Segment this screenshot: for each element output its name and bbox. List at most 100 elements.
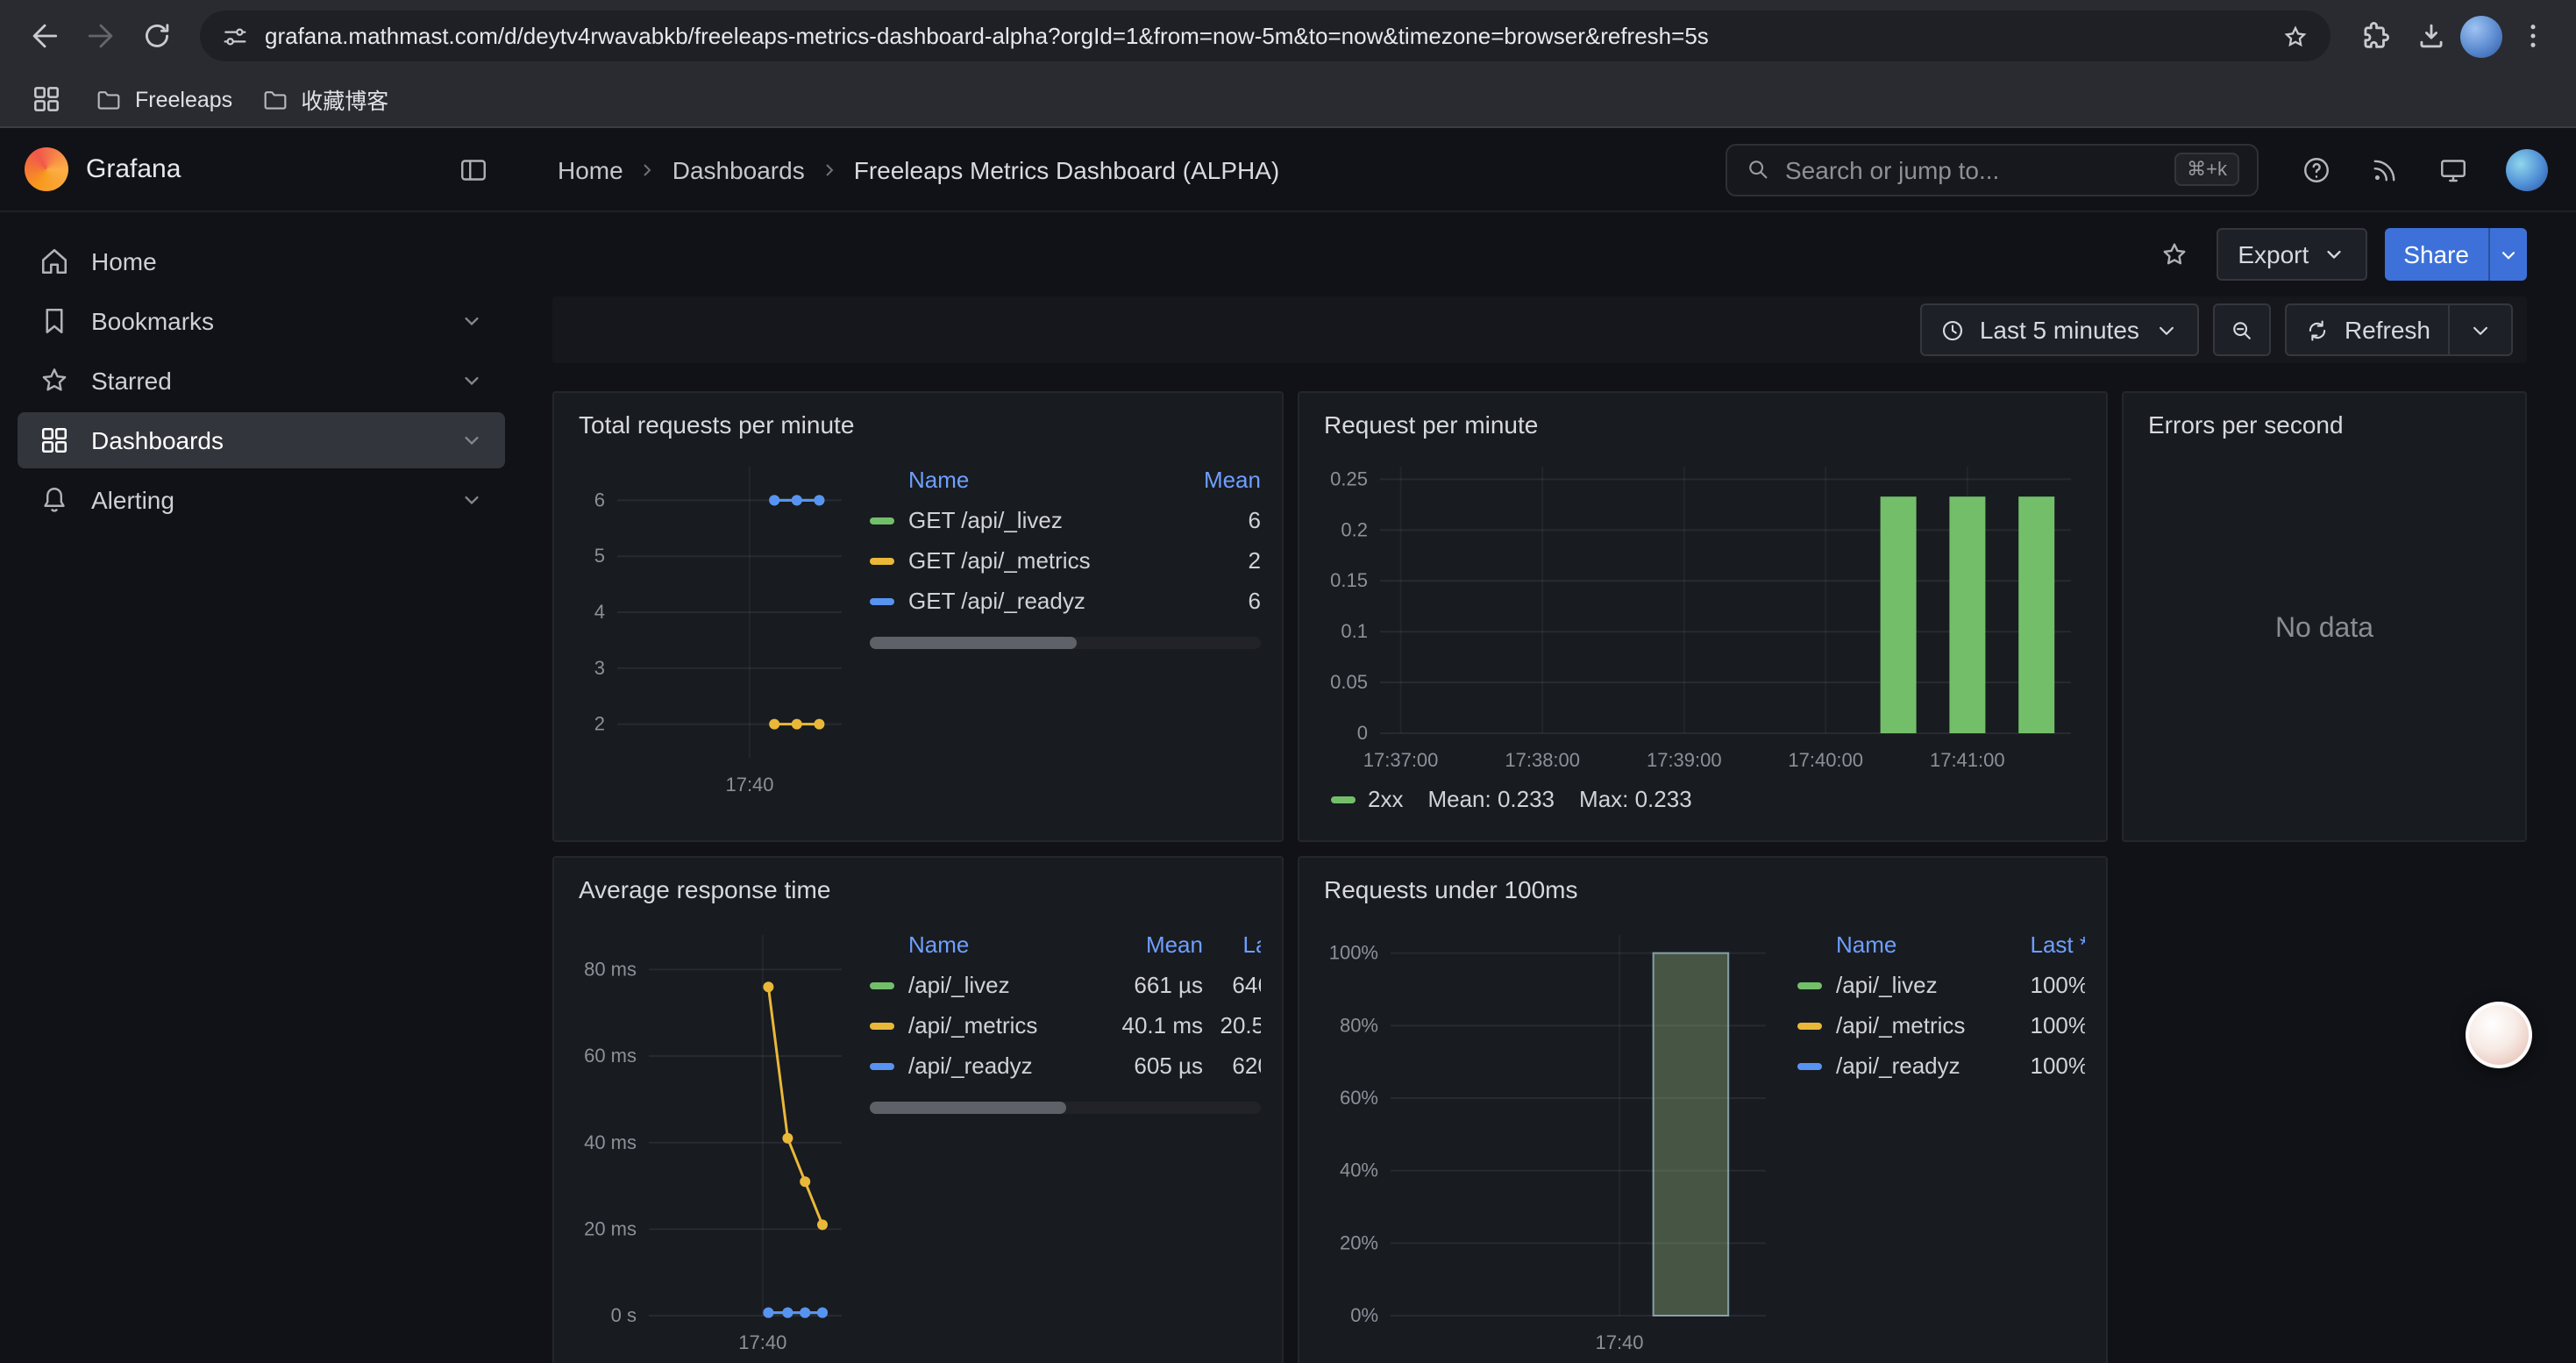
panel-title[interactable]: Errors per second bbox=[2148, 410, 2504, 439]
legend-header-mean[interactable]: Mean bbox=[1180, 467, 1261, 493]
breadcrumb-item[interactable]: Dashboards bbox=[627, 155, 805, 183]
breadcrumb-item[interactable]: Home bbox=[558, 155, 623, 183]
sidebar-item[interactable]: Alerting bbox=[18, 472, 505, 528]
refresh-button[interactable]: Refresh bbox=[2285, 303, 2513, 356]
monitor-icon[interactable] bbox=[2437, 153, 2469, 185]
legend-row[interactable]: GET /api/_readyz 6 bbox=[870, 581, 1261, 621]
zoom-out-button[interactable] bbox=[2213, 303, 2271, 356]
home-icon bbox=[39, 246, 70, 277]
panel-title[interactable]: Request per minute bbox=[1324, 410, 2085, 439]
sidebar-item[interactable]: Dashboards bbox=[18, 412, 505, 468]
legend-row[interactable]: /api/_metrics 40.1 ms 20.5 ms bbox=[870, 1005, 1261, 1045]
svg-text:5: 5 bbox=[594, 545, 605, 567]
series-name: /api/_metrics bbox=[908, 1012, 1098, 1038]
panel-title[interactable]: Total requests per minute bbox=[579, 410, 1261, 439]
scrollbar-thumb[interactable] bbox=[870, 1102, 1065, 1114]
share-button[interactable]: Share bbox=[2384, 228, 2488, 281]
legend-row[interactable]: /api/_readyz 605 µs 620 µs bbox=[870, 1045, 1261, 1086]
legend-header-mean[interactable]: Mean bbox=[1098, 931, 1203, 958]
downloads-icon[interactable] bbox=[2404, 10, 2457, 62]
grafana-header: Grafana Home Dashboards Freeleaps Metric… bbox=[0, 128, 2576, 212]
series-mean: 6 bbox=[1180, 507, 1261, 533]
browser-menu-icon[interactable] bbox=[2506, 10, 2558, 62]
legend-row[interactable]: GET /api/_livez 6 bbox=[870, 500, 1261, 540]
user-avatar[interactable] bbox=[2506, 148, 2548, 190]
chevron-down-icon[interactable] bbox=[459, 428, 484, 453]
folder-icon bbox=[95, 85, 123, 113]
search-placeholder: Search or jump to... bbox=[1785, 155, 2160, 183]
chevron-down-icon[interactable] bbox=[459, 368, 484, 393]
chevron-down-icon[interactable] bbox=[459, 309, 484, 333]
chevron-right-icon bbox=[637, 159, 658, 180]
legend-row[interactable]: /api/_livez 661 µs 646 µs bbox=[870, 965, 1261, 1005]
total-requests-chart[interactable]: 6543217:40 bbox=[575, 446, 852, 800]
browser-profile-avatar[interactable] bbox=[2460, 15, 2502, 57]
sidebar-item-label: Dashboards bbox=[91, 426, 224, 454]
inline-legend: 2xx Mean: 0.233 Max: 0.233 bbox=[1331, 786, 2085, 812]
legend-header-name[interactable]: Name bbox=[1836, 931, 1997, 958]
sidebar-item[interactable]: Home bbox=[18, 233, 505, 289]
address-bar[interactable]: grafana.mathmast.com/d/deytv4rwavabkb/fr… bbox=[200, 11, 2330, 61]
share-menu-button[interactable] bbox=[2488, 228, 2527, 281]
time-range-picker[interactable]: Last 5 minutes bbox=[1920, 303, 2199, 356]
legend-scrollbar[interactable] bbox=[870, 637, 1261, 649]
sidebar-toggle-icon[interactable] bbox=[449, 145, 498, 194]
browser-window: grafana.mathmast.com/d/deytv4rwavabkb/fr… bbox=[0, 0, 2576, 1363]
series-name: GET /api/_metrics bbox=[908, 547, 1180, 574]
panel-title[interactable]: Average response time bbox=[579, 875, 1261, 903]
legend-row[interactable]: /api/_livez 100% bbox=[1797, 965, 2085, 1005]
scrollbar-thumb[interactable] bbox=[870, 637, 1077, 649]
legend-header-name[interactable]: Name bbox=[908, 931, 1098, 958]
bookmark-folder[interactable]: 收藏博客 bbox=[260, 82, 388, 116]
legend-scrollbar[interactable] bbox=[870, 1102, 1261, 1114]
svg-text:17:40: 17:40 bbox=[1595, 1331, 1643, 1353]
sidebar-item[interactable]: Starred bbox=[18, 353, 505, 409]
forward-icon[interactable] bbox=[74, 10, 126, 62]
legend-series[interactable]: 2xx bbox=[1331, 786, 1403, 812]
svg-text:0 s: 0 s bbox=[611, 1304, 637, 1326]
apps-grid-icon[interactable] bbox=[25, 78, 67, 120]
legend-row[interactable]: /api/_metrics 100% bbox=[1797, 1005, 2085, 1045]
site-info-icon[interactable] bbox=[221, 22, 249, 50]
series-last: 646 µs bbox=[1203, 972, 1261, 998]
sidebar-item-label: Home bbox=[91, 247, 157, 275]
export-button[interactable]: Export bbox=[2217, 228, 2366, 281]
bookmark-folder[interactable]: Freeleaps bbox=[95, 85, 232, 113]
sidebar-item-label: Bookmarks bbox=[91, 307, 214, 335]
search-shortcut: ⌘+k bbox=[2174, 153, 2239, 186]
legend-header-last[interactable]: Last * bbox=[1203, 931, 1261, 958]
grafana-logo[interactable] bbox=[25, 147, 68, 191]
svg-text:0.25: 0.25 bbox=[1330, 467, 1368, 489]
panel-title[interactable]: Requests under 100ms bbox=[1324, 875, 2085, 903]
request-per-minute-chart[interactable]: 0.250.20.150.10.05017:37:0017:38:0017:39… bbox=[1320, 446, 2089, 775]
floating-assistant-avatar[interactable] bbox=[2466, 1002, 2532, 1068]
favorite-star-icon[interactable] bbox=[2150, 230, 2199, 279]
svg-text:17:40: 17:40 bbox=[725, 774, 773, 796]
legend-header-last[interactable]: Last * bbox=[1997, 931, 2085, 958]
export-label: Export bbox=[2238, 240, 2309, 268]
avg-response-time-chart[interactable]: 80 ms60 ms40 ms20 ms0 s17:40 bbox=[575, 910, 852, 1358]
breadcrumb-label: Freeleaps Metrics Dashboard (ALPHA) bbox=[854, 155, 1280, 183]
help-icon[interactable] bbox=[2301, 153, 2332, 185]
search-input[interactable]: Search or jump to... ⌘+k bbox=[1726, 143, 2259, 196]
back-icon[interactable] bbox=[18, 10, 70, 62]
legend-header-name[interactable]: Name bbox=[908, 467, 1180, 493]
url-text[interactable]: grafana.mathmast.com/d/deytv4rwavabkb/fr… bbox=[265, 23, 2266, 49]
legend-row[interactable]: /api/_readyz 100% bbox=[1797, 1045, 2085, 1086]
requests-under-100ms-chart[interactable]: 100%80%60%40%20%0%17:40 bbox=[1320, 910, 1780, 1358]
bookmark-star-icon[interactable] bbox=[2281, 22, 2309, 50]
svg-text:3: 3 bbox=[594, 657, 605, 679]
no-data-message: No data bbox=[2275, 614, 2373, 646]
legend-row[interactable]: GET /api/_metrics 2 bbox=[870, 540, 1261, 581]
search-icon bbox=[1745, 156, 1771, 182]
extensions-icon[interactable] bbox=[2348, 10, 2401, 62]
sidebar-item[interactable]: Bookmarks bbox=[18, 293, 505, 349]
breadcrumb-item[interactable]: Freeleaps Metrics Dashboard (ALPHA) bbox=[808, 155, 1280, 183]
header-icons bbox=[2301, 148, 2548, 190]
svg-text:0%: 0% bbox=[1350, 1304, 1378, 1326]
chevron-down-icon[interactable] bbox=[2467, 317, 2494, 343]
chevron-down-icon[interactable] bbox=[459, 488, 484, 512]
rss-icon[interactable] bbox=[2369, 153, 2401, 185]
panel-requests-under-100ms: Requests under 100ms 100%80%60%40%20%0%1… bbox=[1298, 856, 2108, 1363]
reload-icon[interactable] bbox=[130, 10, 182, 62]
